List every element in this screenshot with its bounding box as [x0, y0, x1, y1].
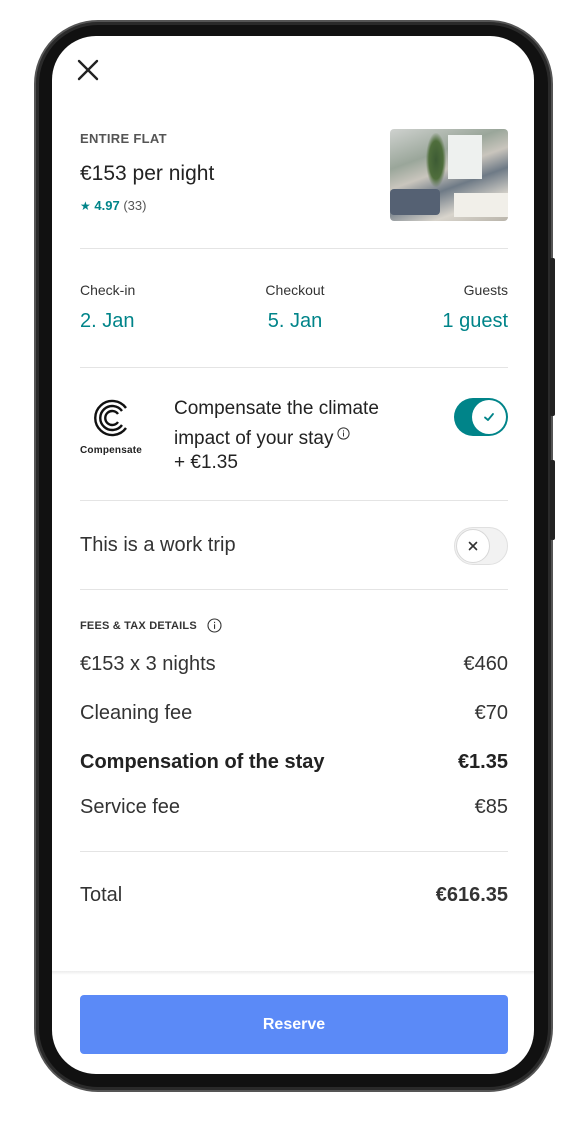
work-trip-label: This is a work trip [80, 534, 236, 556]
compensate-logo: Compensate [80, 398, 146, 456]
screen: ENTIRE FLAT €153 per night ★ 4.97 (33) C… [52, 36, 534, 1074]
fee-label: Cleaning fee [80, 702, 193, 724]
fee-row: Compensation of the stay €1.35 [80, 751, 508, 774]
close-icon[interactable] [76, 58, 100, 82]
checkout-value: 5. Jan [267, 310, 323, 332]
listing-type: ENTIRE FLAT [80, 131, 167, 146]
checkout[interactable]: Checkout 5. Jan [262, 282, 328, 333]
compensate-logo-text: Compensate [80, 445, 143, 456]
total-label: Total [80, 884, 123, 906]
fee-row: €153 x 3 nights €460 [80, 653, 508, 676]
divider [80, 851, 508, 852]
checkin-value: 2. Jan [80, 310, 135, 332]
climate-price: + €1.35 [174, 452, 238, 473]
listing-summary: ENTIRE FLAT €153 per night ★ 4.97 (33) [80, 129, 508, 225]
x-icon [456, 529, 490, 563]
checkin-label: Check-in [80, 282, 136, 298]
guests-value: 1 guest [442, 310, 508, 332]
divider [80, 589, 508, 590]
fee-row: Cleaning fee €70 [80, 702, 508, 725]
star-icon: ★ [80, 199, 91, 213]
fee-amount: €85 [474, 796, 508, 818]
trip-dates: Check-in 2. Jan Checkout 5. Jan Guests 1… [80, 282, 508, 342]
fees-header: FEES & TAX DETAILS [80, 618, 222, 633]
rating-score: 4.97 [94, 198, 120, 213]
review-count: (33) [123, 198, 147, 213]
guests[interactable]: Guests 1 guest [442, 282, 508, 333]
fee-label: €153 x 3 nights [80, 653, 216, 675]
info-icon[interactable] [207, 618, 222, 633]
work-trip-toggle[interactable] [454, 527, 508, 565]
checkout-label: Checkout [265, 282, 325, 298]
fee-amount: €460 [463, 653, 509, 675]
fee-label: Service fee [80, 796, 181, 818]
climate-line-2: impact of your stay [174, 428, 334, 449]
fees-header-label: FEES & TAX DETAILS [80, 619, 197, 632]
total-amount: €616.35 [435, 884, 508, 906]
divider [80, 500, 508, 501]
fee-amount: €70 [474, 702, 508, 724]
climate-compensation: Compensate Compensate the climate impact… [80, 392, 508, 482]
divider [80, 367, 508, 368]
power-button [550, 460, 555, 540]
divider [80, 248, 508, 249]
listing-photo[interactable] [390, 129, 508, 221]
climate-description: Compensate the climate impact of your st… [174, 396, 434, 452]
total-row: Total €616.35 [80, 884, 508, 907]
fee-label: Compensation of the stay [80, 751, 325, 773]
checkin[interactable]: Check-in 2. Jan [80, 282, 135, 333]
rating: ★ 4.97 (33) [80, 198, 146, 213]
guests-label: Guests [463, 282, 508, 298]
climate-line-1: Compensate the climate [174, 398, 379, 419]
listing-price: €153 per night [80, 162, 215, 185]
info-icon[interactable] [337, 422, 351, 440]
fee-amount: €1.35 [457, 751, 508, 773]
volume-button [550, 258, 555, 416]
reserve-button[interactable]: Reserve [80, 995, 508, 1054]
footer-divider [52, 971, 534, 975]
fee-row: Service fee €85 [80, 796, 508, 819]
climate-toggle[interactable] [454, 398, 508, 436]
check-icon [472, 400, 506, 434]
